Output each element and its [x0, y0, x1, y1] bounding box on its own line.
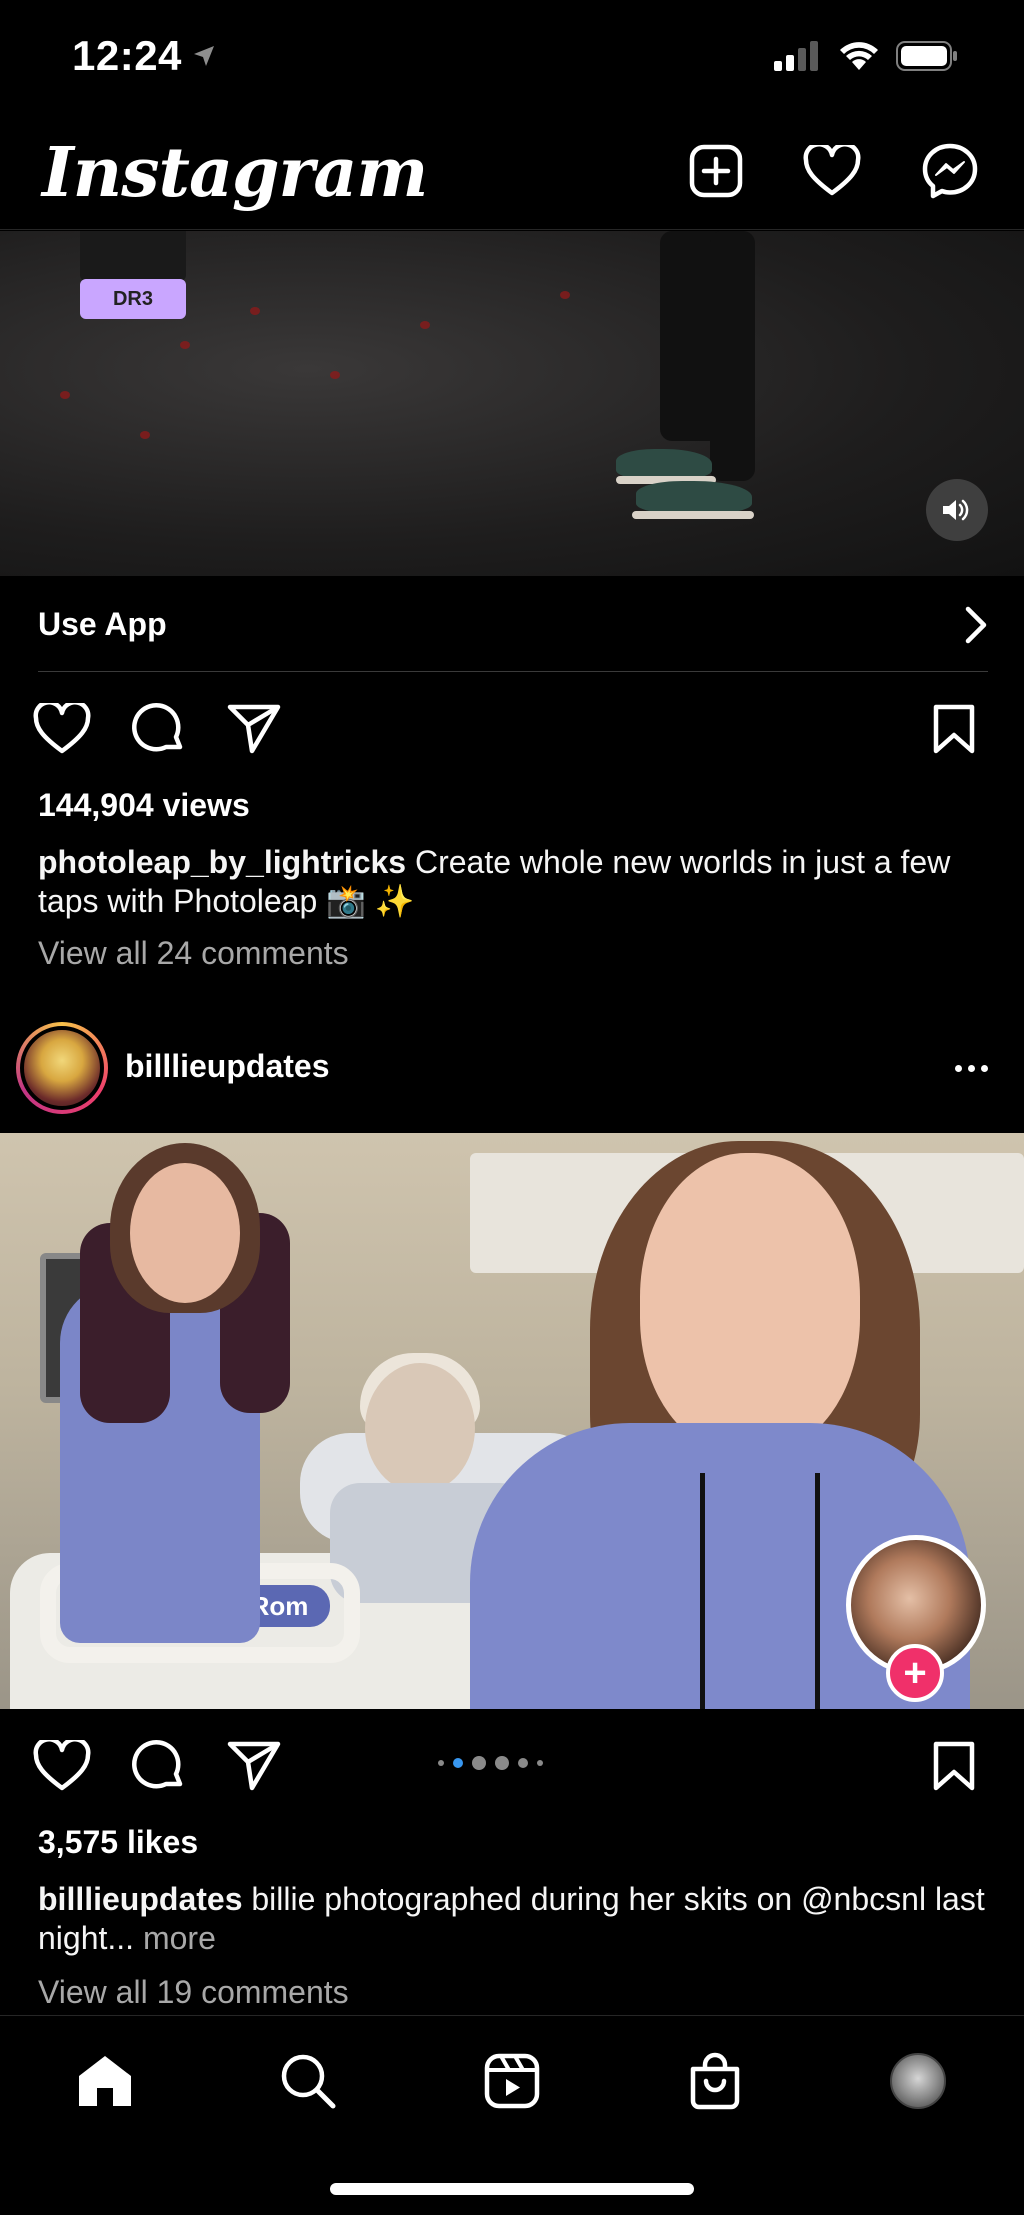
shop-icon — [690, 2052, 740, 2110]
new-post-icon — [689, 144, 743, 198]
like-button[interactable] — [30, 697, 94, 761]
share-button[interactable] — [222, 1734, 286, 1798]
post-header: billlieupdates — [0, 1022, 1024, 1118]
messenger-icon — [922, 143, 978, 199]
status-bar: 12:24 — [0, 0, 1024, 115]
more-icon[interactable] — [946, 1048, 996, 1088]
carousel-dots — [438, 1756, 543, 1770]
carousel-dot — [537, 1760, 543, 1766]
home-indicator — [330, 2183, 694, 2195]
status-icons — [774, 40, 960, 72]
carousel-dot — [518, 1758, 528, 1768]
app-header: Instagram — [0, 115, 1024, 230]
new-post-button[interactable] — [684, 139, 748, 203]
add-icon[interactable]: + — [886, 1644, 944, 1702]
post-actions — [0, 697, 1024, 777]
activity-button[interactable] — [800, 139, 864, 203]
wifi-icon — [840, 42, 878, 70]
bookmark-icon — [933, 704, 975, 754]
instagram-logo[interactable]: Instagram — [42, 133, 428, 213]
search-icon — [281, 2054, 336, 2109]
messenger-button[interactable] — [918, 139, 982, 203]
volume-icon — [943, 499, 969, 521]
tab-reels[interactable] — [477, 2046, 547, 2116]
post-caption: photoleap_by_lightricks Create whole new… — [38, 843, 988, 921]
post-media[interactable]: DR3 — [0, 231, 1024, 576]
tab-search[interactable] — [273, 2046, 343, 2116]
carousel-dot — [438, 1760, 444, 1766]
signal-icon — [774, 41, 818, 71]
comment-button[interactable] — [126, 1734, 190, 1798]
media-tag: DR3 — [80, 279, 186, 319]
carousel-dot — [453, 1758, 463, 1768]
use-app-label: Use App — [38, 606, 167, 642]
caption-username[interactable]: photoleap_by_lightricks — [38, 844, 406, 880]
comment-button[interactable] — [126, 697, 190, 761]
like-button[interactable] — [30, 1734, 94, 1798]
view-comments-link[interactable]: View all 19 comments — [38, 1974, 349, 2011]
caption-more-link[interactable]: more — [143, 1920, 216, 1956]
battery-icon — [896, 41, 957, 71]
comment-icon — [132, 703, 183, 752]
tab-profile[interactable] — [883, 2046, 953, 2116]
share-button[interactable] — [222, 697, 286, 761]
bookmark-icon — [933, 1741, 975, 1791]
comment-icon — [132, 1740, 183, 1789]
avatar[interactable] — [16, 1022, 108, 1114]
post-actions — [0, 1734, 1024, 1814]
status-time: 12:24 — [72, 32, 182, 79]
heart-icon — [33, 1740, 91, 1791]
share-icon — [227, 1741, 281, 1791]
tab-shop[interactable] — [680, 2046, 750, 2116]
location-arrow-icon — [194, 46, 214, 66]
post-caption: billlieupdates billie photographed durin… — [38, 1880, 988, 1958]
view-count[interactable]: 144,904 views — [38, 787, 250, 824]
save-button[interactable] — [922, 697, 986, 761]
view-comments-link[interactable]: View all 24 comments — [38, 935, 349, 972]
home-icon — [79, 2056, 131, 2106]
like-count[interactable]: 3,575 likes — [38, 1824, 198, 1861]
save-button[interactable] — [922, 1734, 986, 1798]
use-app-cta[interactable]: Use App — [38, 578, 988, 672]
carousel-dot — [495, 1756, 509, 1770]
profile-avatar — [890, 2053, 946, 2109]
reels-icon — [484, 2053, 540, 2109]
caption-username[interactable]: billlieupdates — [38, 1881, 242, 1917]
share-icon — [227, 704, 281, 754]
volume-button[interactable] — [926, 479, 988, 541]
post-username[interactable]: billlieupdates — [125, 1048, 329, 1085]
heart-icon — [33, 703, 91, 754]
chevron-right-icon — [965, 606, 987, 643]
heart-icon — [803, 145, 861, 196]
tab-home[interactable] — [70, 2046, 140, 2116]
carousel-dot — [472, 1756, 486, 1770]
